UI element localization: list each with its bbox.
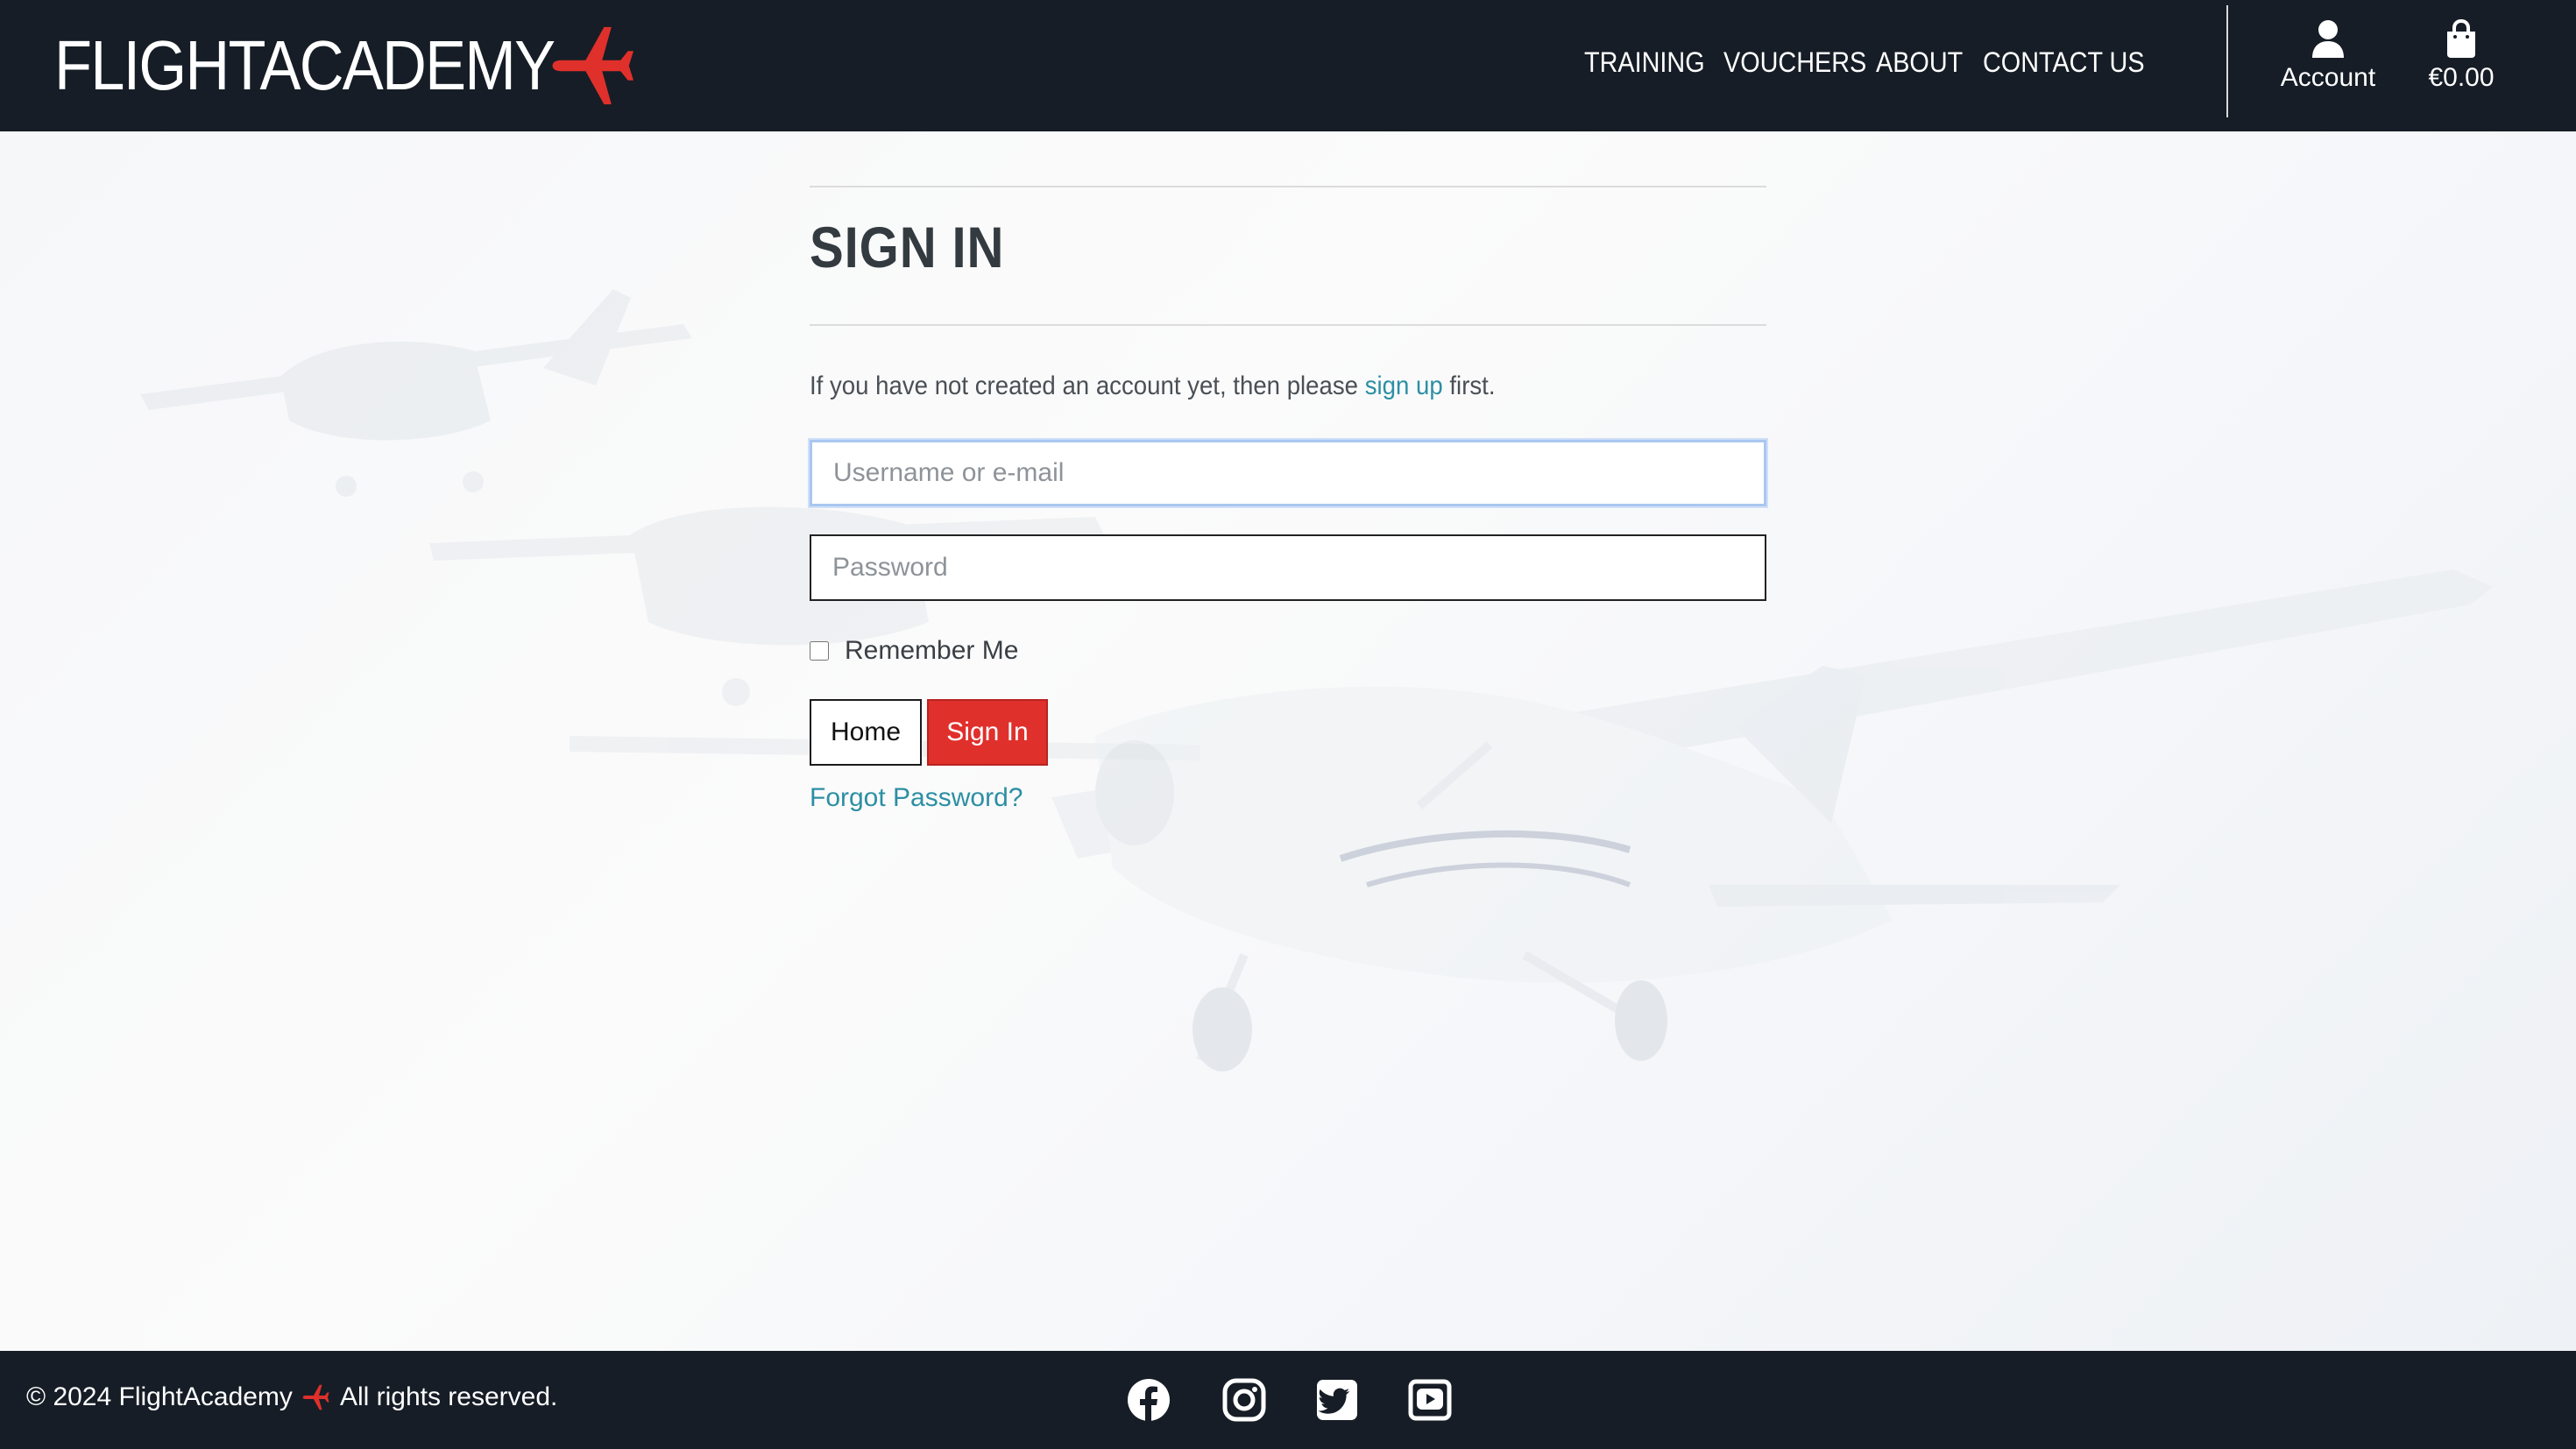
site-header: FLIGHTACADEMY TRAINING VOUCHERS ABOUT CO…	[0, 0, 2576, 131]
header-divider	[2226, 5, 2228, 117]
copyright: © 2024 FlightAcademy All rights reserved…	[26, 1382, 557, 1412]
nav-about[interactable]: ABOUT	[1876, 40, 1963, 84]
nav-contact-us[interactable]: CONTACT US	[1983, 40, 2145, 84]
account-button[interactable]: Account	[2271, 16, 2385, 112]
airplane-icon	[552, 26, 633, 105]
shopping-bag-icon	[2447, 19, 2475, 58]
site-footer: © 2024 FlightAcademy All rights reserved…	[0, 1351, 2576, 1449]
account-label: Account	[2280, 63, 2376, 92]
home-button[interactable]: Home	[810, 699, 922, 766]
username-input[interactable]	[810, 440, 1766, 506]
copyright-suffix: All rights reserved.	[339, 1382, 558, 1411]
cart-total: €0.00	[2428, 63, 2495, 92]
cart-button[interactable]: €0.00	[2404, 16, 2518, 112]
youtube-icon[interactable]	[1407, 1377, 1453, 1423]
facebook-icon[interactable]	[1126, 1377, 1171, 1423]
brand-logo[interactable]: FLIGHTACADEMY	[54, 18, 633, 114]
brand-name: FLIGHTACADEMY	[54, 26, 556, 104]
signup-prompt-text: If you have not created an account yet, …	[810, 371, 1359, 400]
main-content: SIGN IN If you have not created an accou…	[0, 131, 2576, 1351]
password-input[interactable]	[810, 534, 1766, 601]
signup-prompt-tail: first.	[1449, 371, 1496, 400]
remember-me-checkbox[interactable]	[810, 641, 829, 661]
user-icon	[2312, 20, 2344, 58]
airplane-icon	[302, 1384, 329, 1410]
background-airplane-image	[140, 289, 2493, 1071]
signup-link[interactable]: sign up	[1365, 371, 1443, 400]
remember-me-label: Remember Me	[845, 636, 1019, 665]
twitter-icon[interactable]	[1314, 1377, 1360, 1423]
forgot-password-link[interactable]: Forgot Password?	[810, 783, 1023, 813]
signin-button[interactable]: Sign In	[927, 699, 1048, 766]
remember-me[interactable]: Remember Me	[810, 636, 1018, 666]
top-divider	[810, 186, 1766, 187]
nav-vouchers[interactable]: VOUCHERS	[1723, 40, 1866, 84]
instagram-icon[interactable]	[1221, 1377, 1267, 1423]
signup-prompt: If you have not created an account yet, …	[810, 371, 1496, 401]
nav-training[interactable]: TRAINING	[1584, 40, 1705, 84]
page-title: SIGN IN	[810, 215, 1005, 279]
title-divider	[810, 324, 1766, 326]
copyright-text: © 2024 FlightAcademy	[26, 1382, 293, 1411]
